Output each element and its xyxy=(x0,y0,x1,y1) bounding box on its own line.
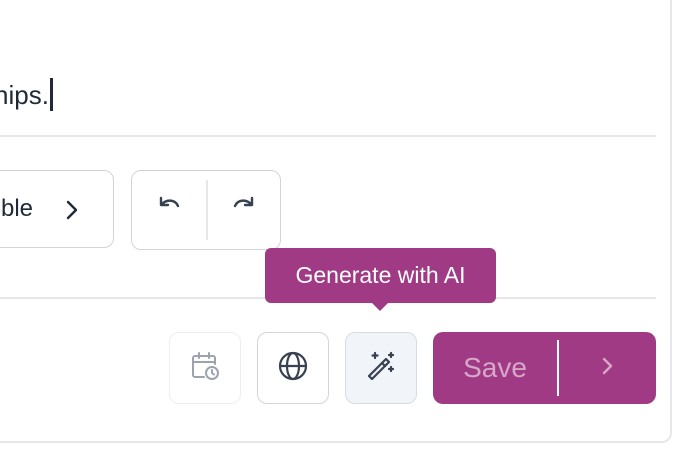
ai-tooltip-text: Generate with AI xyxy=(295,262,466,288)
save-button[interactable]: Save xyxy=(433,332,557,404)
save-options-button[interactable] xyxy=(559,332,656,404)
options-chip-button[interactable]: ble xyxy=(0,170,114,248)
divider xyxy=(0,135,656,137)
chevron-right-icon xyxy=(61,198,83,227)
generate-ai-button[interactable] xyxy=(345,332,417,404)
editor-text-content: hips. xyxy=(0,80,49,110)
history-button-group xyxy=(131,170,281,250)
globe-icon xyxy=(276,349,310,388)
save-split-button: Save xyxy=(433,332,656,404)
undo-button[interactable] xyxy=(132,171,206,249)
text-caret xyxy=(49,78,53,111)
tooltip-arrow xyxy=(370,301,390,311)
post-text-editor[interactable]: hips. xyxy=(0,76,53,114)
chevron-right-icon xyxy=(598,354,618,383)
redo-icon xyxy=(228,192,260,229)
schedule-button[interactable] xyxy=(169,332,241,404)
undo-icon xyxy=(153,192,185,229)
language-button[interactable] xyxy=(257,332,329,404)
options-chip-label: ble xyxy=(1,195,34,222)
calendar-clock-icon xyxy=(188,349,222,388)
redo-button[interactable] xyxy=(207,171,281,249)
magic-wand-icon xyxy=(364,349,398,388)
save-button-label: Save xyxy=(463,352,527,383)
ai-tooltip: Generate with AI xyxy=(265,248,496,303)
